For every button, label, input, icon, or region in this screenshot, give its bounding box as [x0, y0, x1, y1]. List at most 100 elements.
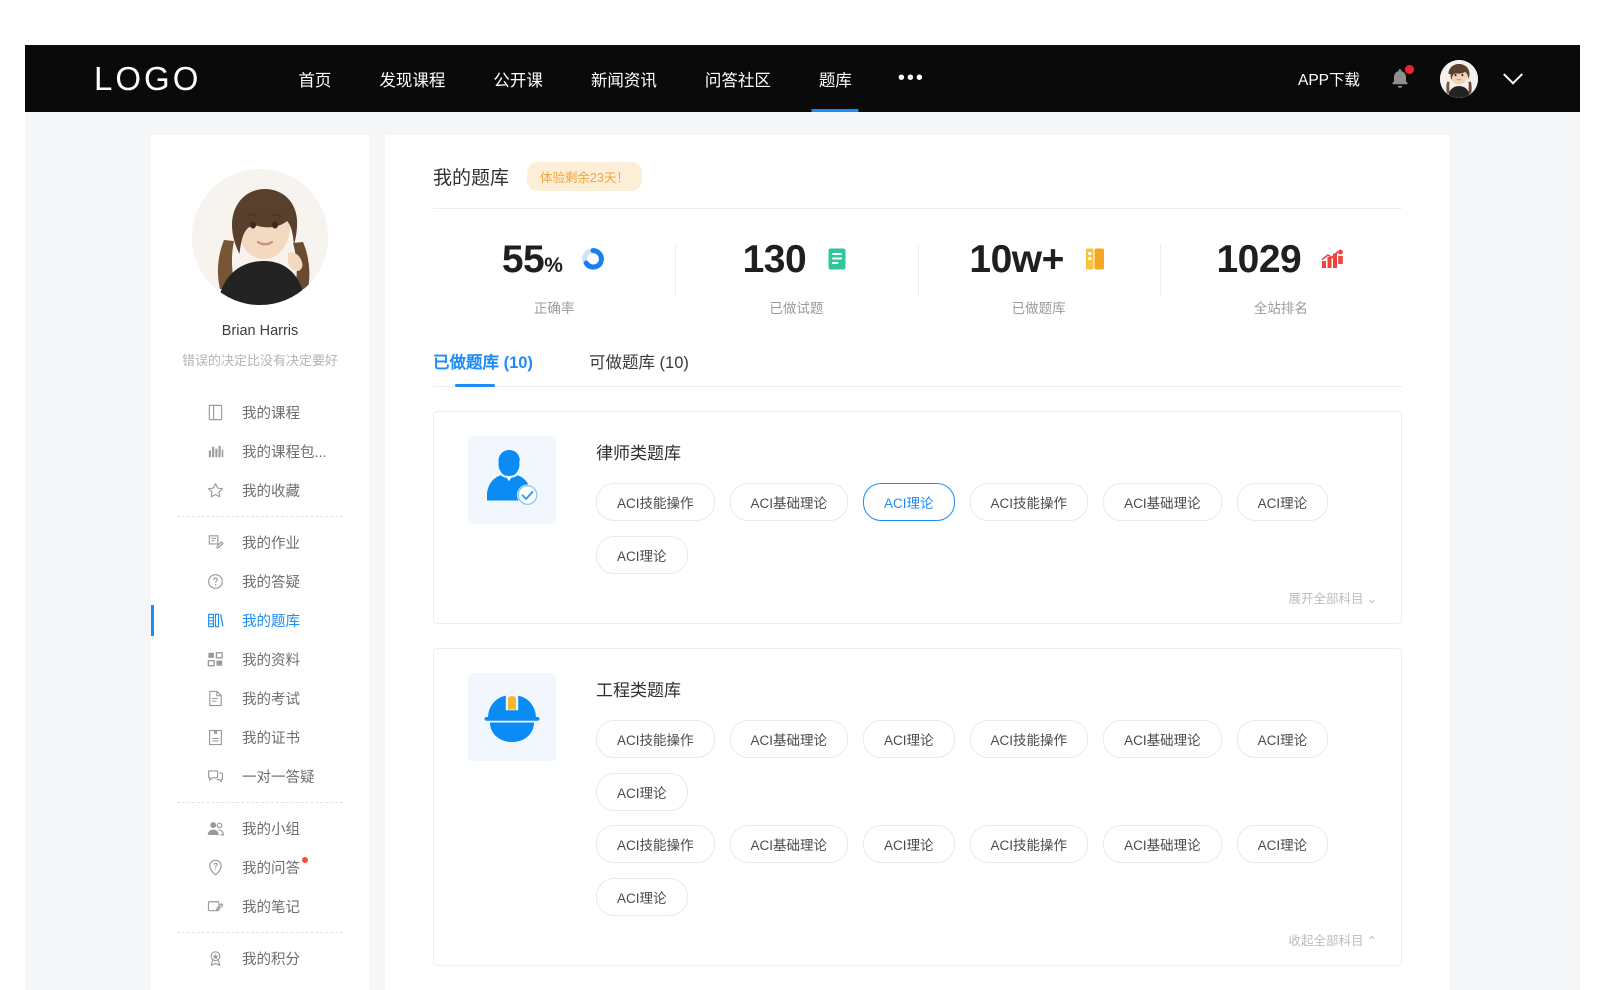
sidebar-item-label: 我的考试: [242, 688, 300, 709]
nav-item-5[interactable]: 题库: [795, 45, 876, 112]
header-right: APP下载: [1298, 60, 1520, 98]
subject-tag[interactable]: ACI技能操作: [970, 825, 1089, 863]
nav-item-3[interactable]: 新闻资讯: [567, 45, 681, 112]
nav-item-1[interactable]: 发现课程: [355, 45, 469, 112]
sidebar-item-label: 我的作业: [242, 532, 300, 553]
stat-unit: %: [544, 254, 562, 277]
stat-number: 10w+: [969, 238, 1064, 281]
subject-tag[interactable]: ACI理论: [863, 825, 955, 863]
main-nav: 首页发现课程 公开课 新闻资讯问答社区题库: [274, 45, 876, 112]
subject-tag[interactable]: ACI理论: [1237, 483, 1329, 521]
subject-tag[interactable]: ACI基础理论: [1103, 720, 1222, 758]
notification-bell-button[interactable]: [1388, 66, 1412, 92]
profile-avatar[interactable]: [192, 169, 328, 305]
one-on-one-icon: [205, 767, 225, 787]
stat-card-2: 10w+已做题库: [918, 234, 1160, 317]
question-bank-list: 律师类题库ACI技能操作ACI基础理论ACI理论ACI技能操作ACI基础理论AC…: [433, 411, 1402, 990]
sidebar-item-10[interactable]: 一对一答疑: [169, 757, 351, 796]
sidebar-divider: [177, 802, 343, 803]
subject-tag[interactable]: ACI技能操作: [970, 483, 1089, 521]
subject-tag[interactable]: ACI基础理论: [730, 483, 849, 521]
sidebar-item-label: 我的小组: [242, 818, 300, 839]
question-bank-card: 工程类题库ACI技能操作ACI基础理论ACI理论ACI技能操作ACI基础理论AC…: [433, 648, 1402, 966]
nav-more-button[interactable]: •••: [876, 45, 947, 112]
sidebar-item-4[interactable]: 我的作业: [169, 523, 351, 562]
card-title: 工程类题库: [596, 676, 1377, 701]
chevron-up-icon: ⌃: [1367, 934, 1377, 948]
nav-item-4[interactable]: 问答社区: [681, 45, 795, 112]
app-download-link[interactable]: APP下载: [1298, 68, 1360, 90]
account-chevron-down-icon[interactable]: [1503, 64, 1523, 84]
sidebar-item-label: 一对一答疑: [242, 766, 315, 787]
avatar-image: [1440, 60, 1478, 98]
sidebar-item-8[interactable]: 我的考试: [169, 679, 351, 718]
sidebar-item-5[interactable]: 我的答疑: [169, 562, 351, 601]
subject-tag[interactable]: ACI基础理论: [730, 825, 849, 863]
sidebar-menu: 我的课程我的课程包... 我的收藏我的作业我的答疑我的题库我的资料我的考试我的证书…: [151, 393, 369, 978]
subject-tag[interactable]: ACI基础理论: [730, 720, 849, 758]
sidebar-item-6[interactable]: 我的题库: [169, 601, 351, 640]
sidebar-item-14[interactable]: 我的笔记: [169, 887, 351, 926]
tab-0[interactable]: 已做题库 (10): [433, 349, 533, 387]
subject-tag[interactable]: ACI基础理论: [1103, 483, 1222, 521]
subject-tag[interactable]: ACI理论: [863, 720, 955, 758]
nav-item-label: 新闻资讯: [591, 67, 657, 91]
page-title: 我的题库: [433, 163, 509, 190]
sidebar-item-13[interactable]: 我的问答: [169, 848, 351, 887]
tab-1[interactable]: 可做题库 (10): [589, 349, 689, 387]
subject-tag[interactable]: ACI理论: [596, 773, 688, 811]
stat-number: 130: [743, 238, 807, 281]
subject-tag[interactable]: ACI理论: [596, 878, 688, 916]
sidebar-item-16[interactable]: 我的积分: [169, 939, 351, 978]
sidebar-item-12[interactable]: 我的小组: [169, 809, 351, 848]
sidebar-item-label: 我的答疑: [242, 571, 300, 592]
stats-row: 55%正确率130已做试题10w+已做题库1029全站排名: [433, 209, 1402, 335]
sidebar-item-7[interactable]: 我的资料: [169, 640, 351, 679]
subject-tag[interactable]: ACI理论: [863, 483, 955, 521]
nav-item-label: 发现课程: [379, 67, 445, 91]
subject-tag[interactable]: ACI技能操作: [596, 720, 715, 758]
profile-block: Brian Harris 错误的决定比没有决定要好: [151, 169, 369, 369]
stat-value: 1029: [1216, 240, 1301, 279]
homework-icon: [205, 533, 225, 553]
stat-value-row: 55%: [502, 234, 607, 284]
tag-row: ACI技能操作 ACI基础理论 ACI理论 ACI技能操作 ACI基础理论 ACI理论 AC…: [596, 483, 1377, 574]
sidebar-item-9[interactable]: 我的证书: [169, 718, 351, 757]
header-avatar[interactable]: [1440, 60, 1478, 98]
nav-item-label: 题库: [819, 67, 852, 91]
card-body: 律师类题库ACI技能操作ACI基础理论ACI理论ACI技能操作ACI基础理论AC…: [596, 436, 1377, 607]
sidebar-item-2[interactable]: 我的收藏: [169, 471, 351, 510]
card-title: 律师类题库: [596, 439, 1377, 464]
sidebar: Brian Harris 错误的决定比没有决定要好 我的课程我的课程包...我的…: [151, 135, 369, 990]
sidebar-item-label: 我的证书: [242, 727, 300, 748]
subject-tag[interactable]: ACI理论: [1237, 720, 1329, 758]
lawyer-avatar-icon: [468, 436, 556, 524]
body-wrap: Brian Harris 错误的决定比没有决定要好 我的课程我的课程包...我的…: [25, 112, 1580, 990]
app-page: LOGO 首页发现课程 公开课 新闻资讯问答社区题库 ••• APP下载: [25, 45, 1580, 990]
note-icon: [205, 897, 225, 917]
sidebar-divider: [177, 516, 343, 517]
subject-tag[interactable]: ACI技能操作: [970, 720, 1089, 758]
question-bank-icon: [205, 611, 225, 631]
stat-value: 130: [743, 240, 807, 279]
subject-tag[interactable]: ACI基础理论: [1103, 825, 1222, 863]
nav-item-2[interactable]: 公开课: [469, 45, 567, 112]
sidebar-item-label: 我的资料: [242, 649, 300, 670]
site-logo[interactable]: LOGO: [94, 60, 201, 98]
subject-tag[interactable]: ACI技能操作: [596, 825, 715, 863]
main-content: 我的题库 体验剩余23天！ 55%正确率130已做试题10w+已做题库1029全…: [385, 135, 1450, 990]
toggle-subjects-link[interactable]: 展开全部科目⌄: [596, 588, 1377, 607]
toggle-subjects-link[interactable]: 收起全部科目⌃: [596, 930, 1377, 949]
subject-tag[interactable]: ACI理论: [596, 536, 688, 574]
sidebar-item-0[interactable]: 我的课程: [169, 393, 351, 432]
sidebar-item-label: 我的收藏: [242, 480, 300, 501]
donut-progress-icon: [580, 245, 606, 273]
subject-tag[interactable]: ACI技能操作: [596, 483, 715, 521]
nav-item-0[interactable]: 首页: [274, 45, 355, 112]
subject-tag[interactable]: ACI理论: [1237, 825, 1329, 863]
nav-item-label: 公开课: [493, 67, 543, 91]
tab-label: 可做题库 (10): [589, 354, 689, 372]
tabs: 已做题库 (10) 可做题库 (10): [433, 349, 1402, 387]
tag-row: ACI技能操作 ACI基础理论 ACI理论 ACI技能操作 ACI基础理论 ACI理论 AC…: [596, 825, 1377, 916]
sidebar-item-1[interactable]: 我的课程包...: [169, 432, 351, 471]
